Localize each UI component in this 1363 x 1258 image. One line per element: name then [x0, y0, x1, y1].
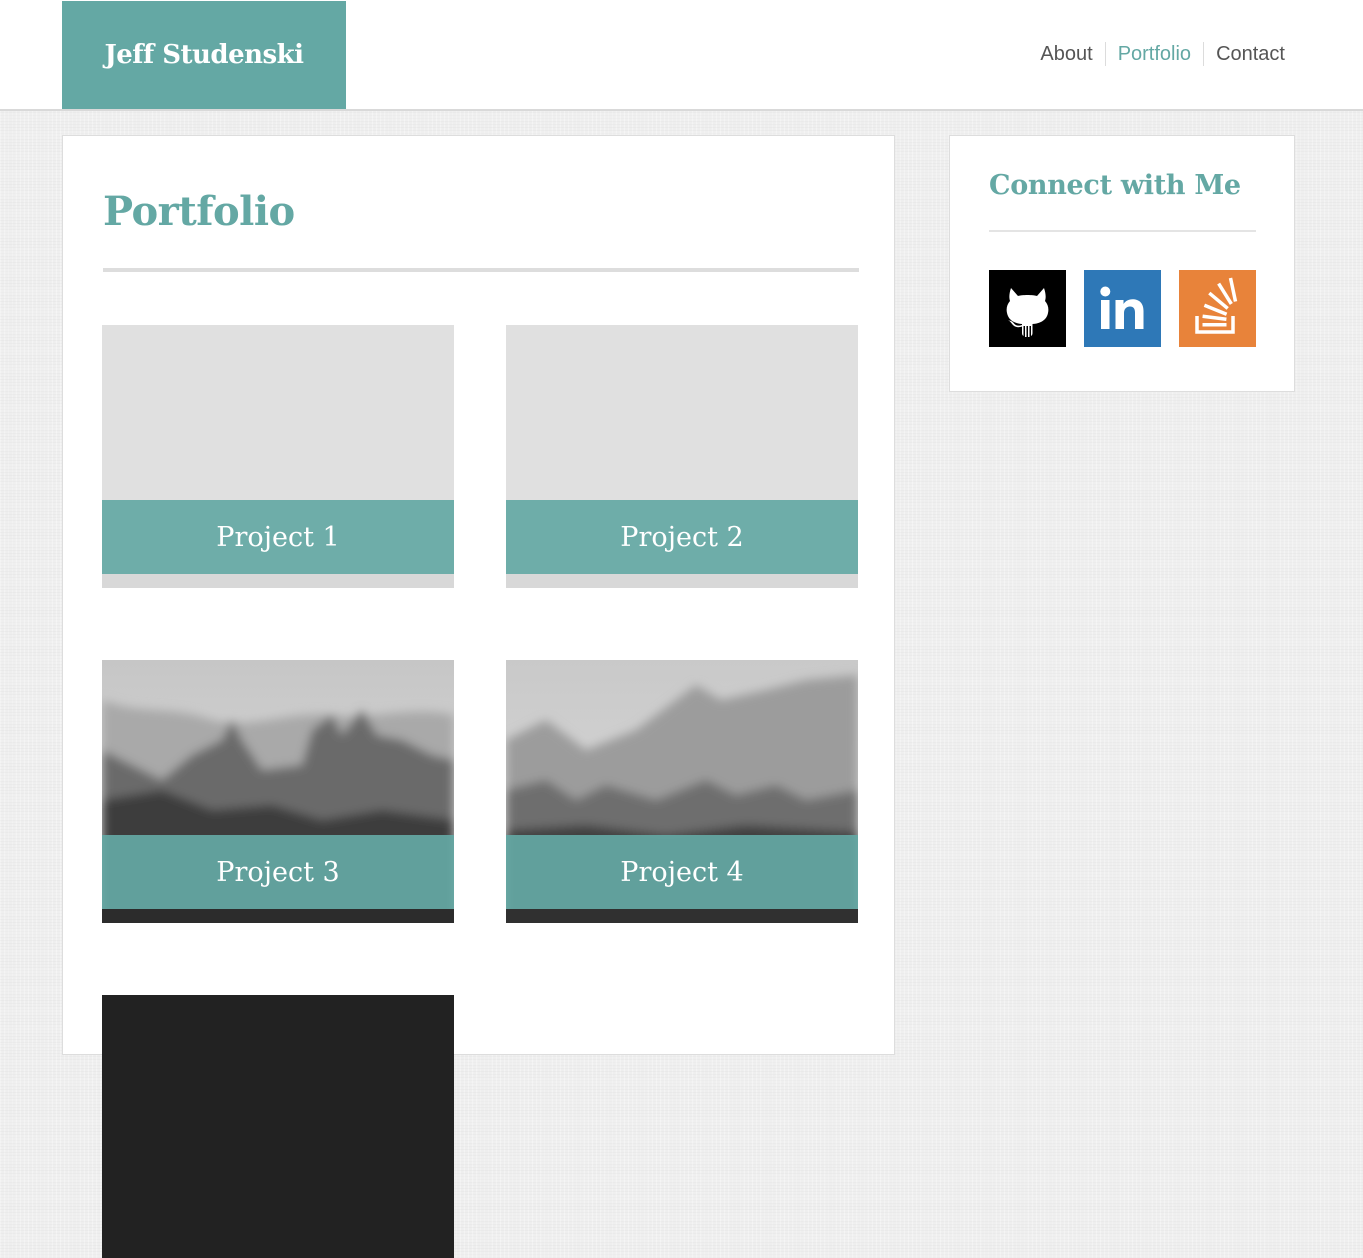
linkedin-icon: [1084, 270, 1161, 347]
linkedin-link[interactable]: [1084, 270, 1161, 347]
project-card-1[interactable]: Project 1: [102, 325, 454, 588]
portfolio-panel: Portfolio Project 1 Project 2 Project 3 …: [62, 135, 895, 1258]
nav-contact-link[interactable]: Contact: [1204, 42, 1285, 66]
title-divider: [103, 268, 859, 272]
project-card-2[interactable]: Project 2: [506, 325, 858, 588]
page-title: Portfolio: [103, 188, 295, 235]
project-caption: Project 1: [102, 500, 454, 574]
nav-portfolio-link[interactable]: Portfolio: [1106, 42, 1203, 66]
stackoverflow-link[interactable]: [1179, 270, 1256, 347]
nav-about-link[interactable]: About: [1028, 42, 1104, 66]
project-card-3[interactable]: Project 3: [102, 660, 454, 923]
site-logo[interactable]: Jeff Studenski: [62, 1, 346, 109]
site-header: Jeff Studenski About Portfolio Contact: [0, 0, 1363, 111]
project-card-5[interactable]: [102, 995, 454, 1258]
project-caption: Project 4: [506, 835, 858, 909]
project-caption: Project 3: [102, 835, 454, 909]
project-card-4[interactable]: Project 4: [506, 660, 858, 923]
main-nav: About Portfolio Contact: [1028, 42, 1285, 66]
github-link[interactable]: [989, 270, 1066, 347]
github-icon: [989, 270, 1066, 347]
project-caption: Project 2: [506, 500, 858, 574]
project-thumbnail: [102, 995, 454, 1258]
sidebar-divider: [989, 230, 1256, 232]
connect-sidebar: Connect with Me: [949, 135, 1295, 392]
stackoverflow-icon: [1179, 270, 1256, 347]
sidebar-title: Connect with Me: [989, 170, 1241, 201]
